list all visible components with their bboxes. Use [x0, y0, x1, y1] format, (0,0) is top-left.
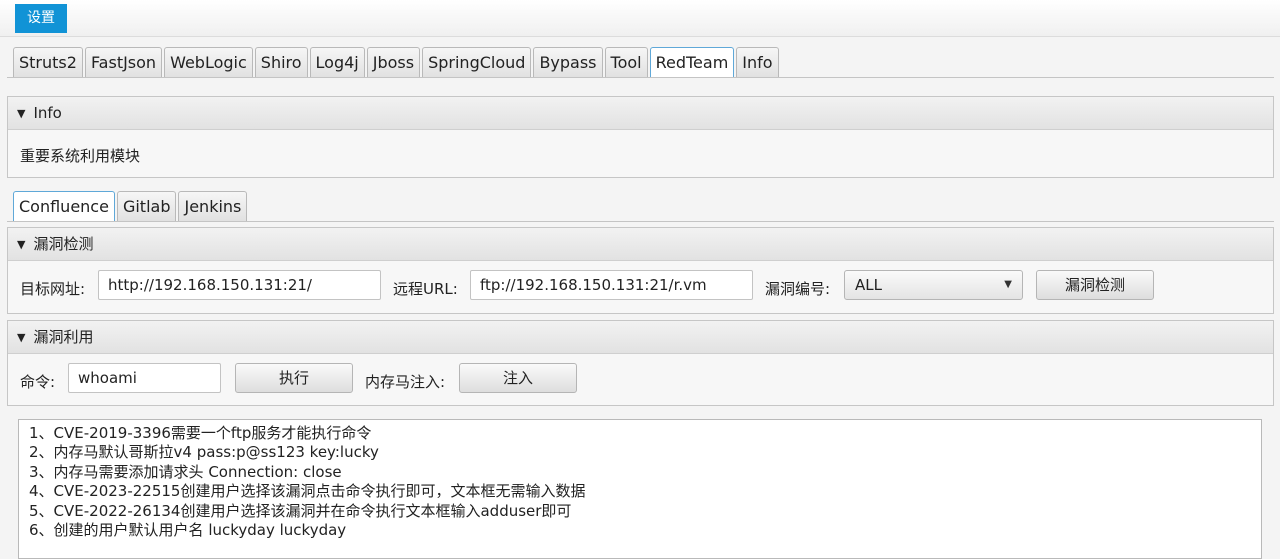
- output-line: 1、CVE-2019-3396需要一个ftp服务才能执行命令: [29, 424, 372, 442]
- exploit-section-title: 漏洞利用: [33, 328, 94, 346]
- chevron-down-icon: ▼: [1004, 279, 1012, 290]
- vuln-id-label: 漏洞编号:: [765, 280, 831, 298]
- output-line: 4、CVE-2023-22515创建用户选择该漏洞点击命令执行即可，文本框无需输…: [29, 482, 586, 501]
- tab-info[interactable]: Info: [736, 47, 779, 77]
- tab-fastjson[interactable]: FastJson: [84, 47, 163, 77]
- tab-springcloud[interactable]: SpringCloud: [422, 47, 532, 77]
- info-section-header[interactable]: ▼ Info: [8, 97, 1273, 130]
- tab-redteam[interactable]: RedTeam: [649, 47, 735, 78]
- tab-tool[interactable]: Tool: [604, 47, 648, 77]
- detect-section: ▼ 漏洞检测 目标网址: 远程URL: 漏洞编号: ALL ▼ 漏洞检测: [7, 227, 1274, 314]
- remote-url-label: 远程URL:: [393, 280, 458, 298]
- output-line: 3、内存马需要添加请求头 Connection: close: [29, 462, 342, 481]
- info-section-title: Info: [33, 104, 62, 122]
- inject-button[interactable]: 注入: [459, 363, 577, 393]
- sub-tab-divider: [7, 221, 1274, 222]
- collapse-triangle-icon: ▼: [17, 331, 26, 344]
- tab-log4j[interactable]: Log4j: [309, 47, 365, 77]
- detect-button[interactable]: 漏洞检测: [1036, 270, 1154, 300]
- detect-section-header[interactable]: ▼ 漏洞检测: [8, 228, 1273, 261]
- vuln-id-selected: ALL: [855, 276, 882, 294]
- target-url-label: 目标网址:: [20, 280, 86, 298]
- collapse-triangle-icon: ▼: [17, 238, 26, 251]
- info-description: 重要系统利用模块: [20, 147, 141, 165]
- output-line: 5、CVE-2022-26134创建用户选择该漏洞并在命令执行文本框输入addu…: [29, 501, 572, 520]
- main-tab-divider: [7, 77, 1274, 78]
- tab-weblogic[interactable]: WebLogic: [164, 47, 253, 77]
- command-label: 命令:: [20, 373, 56, 391]
- output-line: 2、内存马默认哥斯拉v4 pass:p@ss123 key:lucky: [29, 443, 379, 462]
- settings-menu[interactable]: 设置: [15, 4, 67, 33]
- menu-bar: 设置: [0, 0, 1280, 37]
- vuln-id-select[interactable]: ALL ▼: [844, 270, 1023, 300]
- detect-section-title: 漏洞检测: [33, 235, 94, 253]
- remote-url-input[interactable]: [470, 270, 753, 300]
- info-section: ▼ Info 重要系统利用模块: [7, 96, 1274, 178]
- exploit-section: ▼ 漏洞利用 命令: 执行 内存马注入: 注入: [7, 320, 1274, 406]
- execute-button[interactable]: 执行: [235, 363, 353, 393]
- tab-confluence[interactable]: Confluence: [13, 191, 115, 222]
- output-line: 6、创建的用户默认用户名 luckyday luckyday: [29, 521, 347, 540]
- sub-tab-bar: Confluence Gitlab Jenkins: [13, 191, 249, 222]
- collapse-triangle-icon: ▼: [17, 107, 26, 120]
- command-input[interactable]: [68, 363, 221, 393]
- tab-struts2[interactable]: Struts2: [13, 47, 83, 77]
- target-url-input[interactable]: [98, 270, 381, 300]
- tab-bypass[interactable]: Bypass: [533, 47, 603, 77]
- tab-jenkins[interactable]: Jenkins: [178, 191, 248, 221]
- exploit-section-header[interactable]: ▼ 漏洞利用: [8, 321, 1273, 354]
- memshell-inject-label: 内存马注入:: [365, 373, 446, 391]
- output-textarea[interactable]: 1、CVE-2019-3396需要一个ftp服务才能执行命令 2、内存马默认哥斯…: [18, 419, 1262, 559]
- tab-shiro[interactable]: Shiro: [254, 47, 308, 77]
- main-tab-bar: Struts2 FastJson WebLogic Shiro Log4j Jb…: [13, 47, 781, 78]
- tab-jboss[interactable]: Jboss: [366, 47, 421, 77]
- tab-gitlab[interactable]: Gitlab: [116, 191, 177, 221]
